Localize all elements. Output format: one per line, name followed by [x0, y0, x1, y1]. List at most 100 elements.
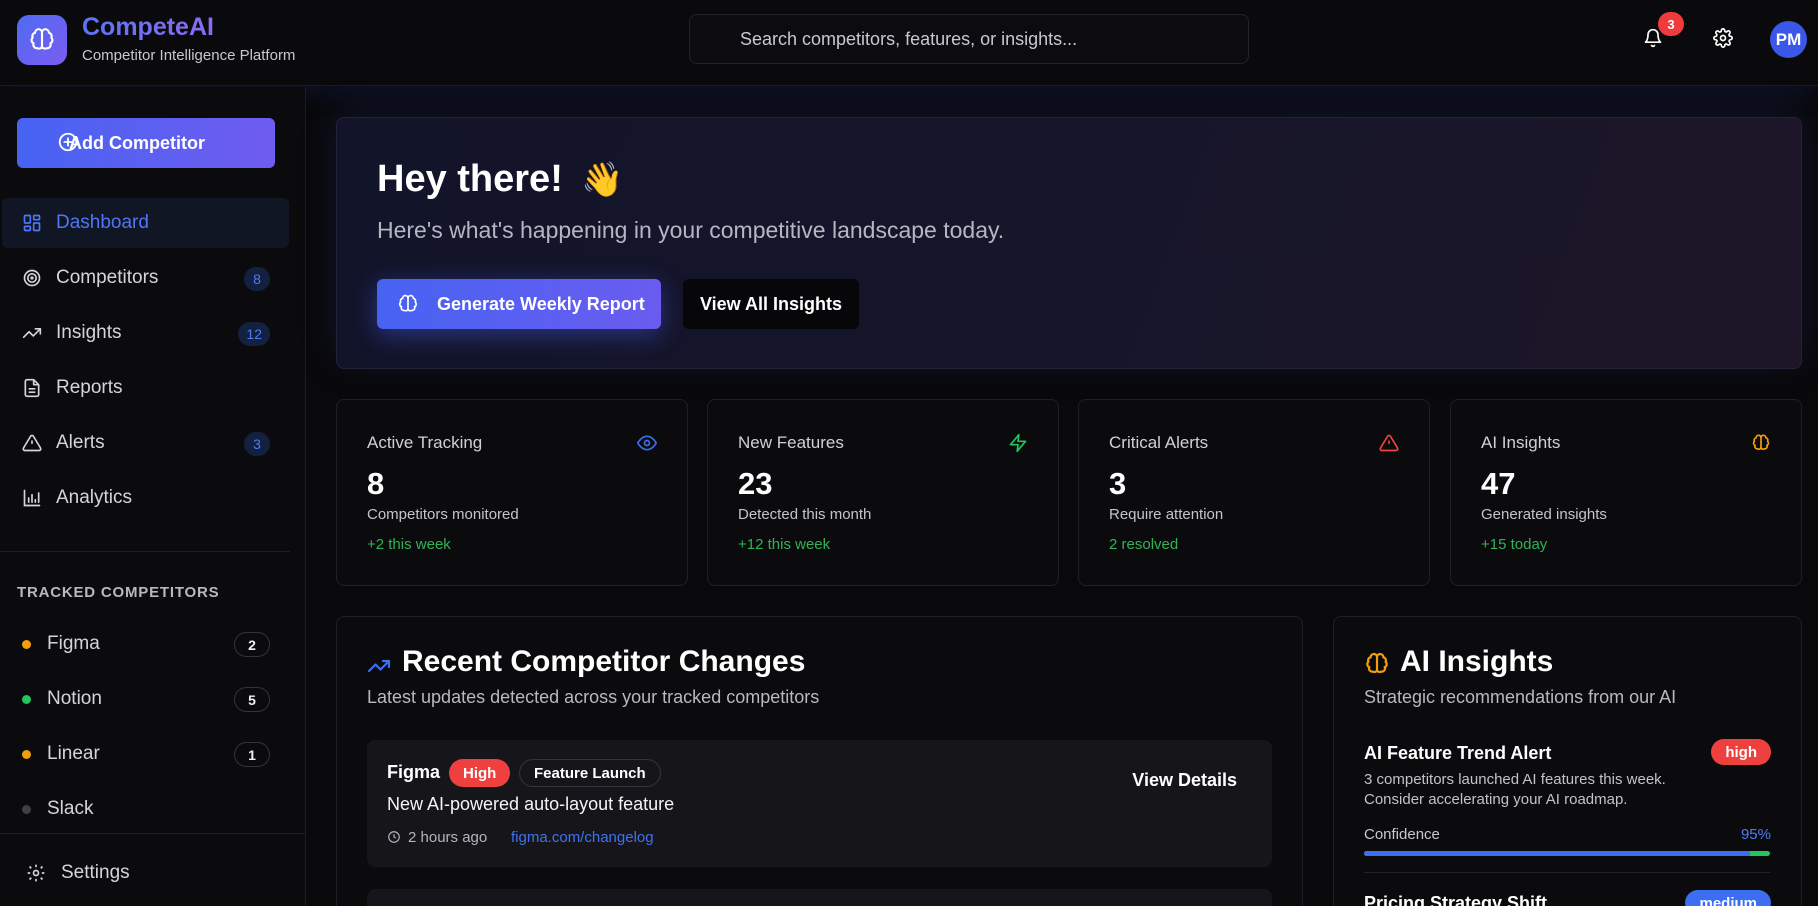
confidence-bar — [1364, 851, 1770, 856]
status-dot — [22, 640, 31, 649]
tracked-competitor-item[interactable]: Figma 2 — [0, 619, 290, 669]
change-card — [367, 889, 1272, 906]
competitor-name: Slack — [47, 798, 94, 819]
sidebar-item-label: Settings — [61, 862, 130, 883]
changelog-link[interactable]: figma.com/changelog — [511, 829, 654, 846]
generate-report-button[interactable]: Generate Weekly Report — [377, 279, 661, 329]
insight-title[interactable]: Pricing Strategy Shift — [1364, 893, 1547, 906]
brand-name: CompeteAI — [82, 13, 214, 41]
panel-title: Recent Competitor Changes — [402, 645, 806, 678]
trending-up-icon — [367, 659, 391, 673]
sidebar-item-competitors[interactable]: Competitors 8 — [2, 253, 289, 303]
search-input[interactable] — [690, 15, 1248, 63]
sidebar: Add Competitor Dashboard Competitors 8 I… — [0, 87, 306, 906]
panel-subtitle: Latest updates detected across your trac… — [367, 687, 820, 707]
sidebar-item-label: Insights — [56, 322, 122, 343]
sidebar-item-settings[interactable]: Settings — [0, 848, 290, 898]
insight-divider — [1364, 872, 1770, 873]
count-badge: 12 — [238, 322, 270, 346]
sidebar-item-label: Reports — [56, 377, 123, 398]
brain-icon — [30, 28, 54, 50]
clock-icon — [388, 831, 400, 843]
page-title: Hey there! — [377, 158, 563, 200]
count-badge: 5 — [234, 687, 270, 712]
status-dot — [22, 805, 31, 814]
stat-label: New Features — [738, 433, 844, 452]
sidebar-item-dashboard[interactable]: Dashboard — [2, 198, 289, 248]
change-competitor: Figma — [387, 762, 441, 782]
count-badge: 3 — [244, 432, 270, 456]
add-competitor-label: Add Competitor — [69, 132, 205, 153]
view-all-insights-button[interactable]: View All Insights — [683, 279, 859, 329]
severity-badge: high — [1711, 739, 1771, 765]
view-details-button[interactable]: View Details — [1132, 770, 1237, 791]
user-avatar[interactable]: PM — [1770, 21, 1807, 58]
sidebar-item-label: Analytics — [56, 487, 133, 508]
confidence-value: 95% — [1740, 826, 1771, 843]
brand-subtitle: Competitor Intelligence Platform — [82, 47, 296, 64]
brain-icon — [1752, 434, 1770, 450]
panel-title: AI Insights — [1400, 645, 1554, 678]
brain-icon — [399, 294, 417, 312]
stat-value: 8 — [367, 466, 385, 501]
sidebar-item-reports[interactable]: Reports — [2, 363, 289, 413]
notification-badge: 3 — [1658, 12, 1684, 36]
eye-icon — [637, 435, 657, 451]
stat-value: 47 — [1481, 466, 1516, 501]
plus-circle-icon — [58, 132, 78, 152]
sidebar-item-label: Dashboard — [56, 212, 149, 233]
zap-icon — [1009, 433, 1027, 453]
stat-value: 3 — [1109, 466, 1127, 501]
stat-description: Detected this month — [738, 506, 872, 523]
tracked-competitor-item[interactable]: Slack — [0, 784, 290, 834]
change-card: Figma High Feature Launch New AI-powered… — [367, 740, 1272, 867]
tracked-competitor-item[interactable]: Linear 1 — [0, 729, 290, 779]
recent-changes-panel: Recent Competitor Changes Latest updates… — [336, 616, 1303, 906]
sidebar-divider — [0, 551, 290, 552]
stat-delta: +2 this week — [367, 536, 451, 553]
sidebar-item-insights[interactable]: Insights 12 — [2, 308, 289, 358]
search-box — [689, 14, 1249, 64]
change-type-badge: Feature Launch — [519, 759, 661, 787]
page-subtitle: Here's what's happening in your competit… — [377, 217, 1005, 243]
brand-logo[interactable] — [17, 15, 67, 65]
change-time: 2 hours ago — [408, 829, 488, 846]
add-competitor-button[interactable]: Add Competitor — [17, 118, 275, 168]
count-badge: 8 — [244, 267, 270, 291]
confidence-bar-fill — [1364, 851, 1750, 856]
competitor-name: Linear — [47, 743, 100, 764]
status-dot — [22, 695, 31, 704]
tracked-competitor-item[interactable]: Notion 5 — [0, 674, 290, 724]
dashboard-icon — [23, 214, 41, 232]
stat-card-ai-insights: AI Insights 47 Generated insights +15 to… — [1450, 399, 1802, 586]
status-dot — [22, 750, 31, 759]
stat-description: Require attention — [1109, 506, 1224, 523]
stat-description: Generated insights — [1481, 506, 1607, 523]
settings-button[interactable] — [1703, 18, 1743, 58]
insight-title[interactable]: AI Feature Trend Alert — [1364, 743, 1551, 764]
stat-card-active-tracking: Active Tracking 8 Competitors monitored … — [336, 399, 688, 586]
stat-card-new-features: New Features 23 Detected this month +12 … — [707, 399, 1059, 586]
stat-delta: +12 this week — [738, 536, 831, 553]
gear-icon — [27, 864, 45, 882]
sidebar-item-alerts[interactable]: Alerts 3 — [2, 418, 289, 468]
sidebar-item-analytics[interactable]: Analytics — [2, 473, 289, 523]
severity-badge: medium — [1685, 890, 1771, 906]
target-icon — [23, 269, 41, 287]
alert-triangle-icon — [22, 434, 42, 452]
generate-report-label: Generate Weekly Report — [437, 293, 645, 314]
app-root: CompeteAI Competitor Intelligence Platfo… — [0, 0, 1818, 906]
brain-icon — [1366, 652, 1388, 674]
stat-label: Critical Alerts — [1109, 433, 1209, 452]
stat-card-critical-alerts: Critical Alerts 3 Require attention 2 re… — [1078, 399, 1430, 586]
welcome-banner: Hey there! 👋 Here's what's happening in … — [336, 117, 1802, 369]
bar-chart-icon — [23, 489, 41, 507]
stat-description: Competitors monitored — [367, 506, 519, 523]
alert-triangle-icon — [1379, 434, 1399, 452]
stat-delta: 2 resolved — [1109, 536, 1179, 553]
stat-value: 23 — [738, 466, 773, 501]
sidebar-item-label: Alerts — [56, 432, 105, 453]
stat-label: Active Tracking — [367, 433, 483, 452]
sidebar-bottom-divider — [0, 833, 305, 834]
count-badge: 1 — [234, 742, 270, 767]
